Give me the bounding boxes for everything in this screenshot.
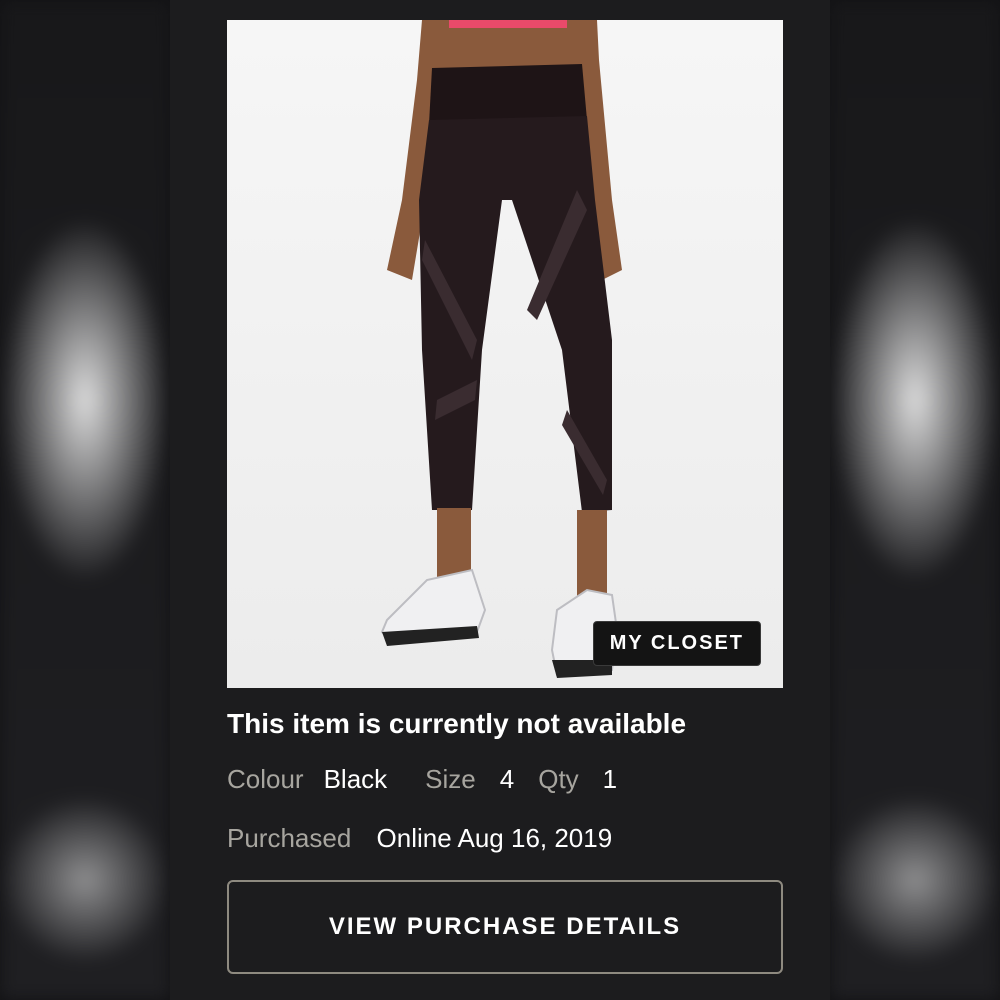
product-image[interactable]: MY CLOSET: [227, 20, 783, 688]
blurred-background-left: [0, 0, 170, 1000]
colour-value: Black: [323, 764, 388, 794]
view-purchase-details-button[interactable]: VIEW PURCHASE DETAILS: [227, 880, 783, 974]
purchased-value: Online Aug 16, 2019: [376, 823, 613, 853]
blurred-background-right: [830, 0, 1000, 1000]
qty-label: Qty: [538, 764, 579, 794]
purchase-info: Purchased Online Aug 16, 2019: [227, 823, 612, 854]
qty-value: 1: [602, 764, 618, 794]
purchased-label: Purchased: [227, 823, 352, 853]
size-label: Size: [425, 764, 476, 794]
availability-status: This item is currently not available: [227, 708, 687, 739]
product-attributes: Colour Black Size 4 Qty 1: [227, 764, 655, 795]
colour-label: Colour: [227, 764, 304, 794]
leggings-illustration: [380, 20, 622, 678]
my-closet-badge[interactable]: MY CLOSET: [592, 621, 761, 666]
size-value: 4: [499, 764, 515, 794]
product-card: MY CLOSET This item is currently not ava…: [170, 0, 830, 1000]
screen-frame: MY CLOSET This item is currently not ava…: [0, 0, 1000, 1000]
